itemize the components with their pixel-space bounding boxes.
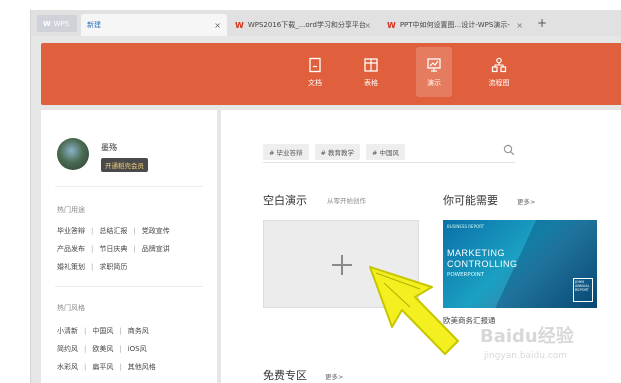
hot-use-row: 产品发布 | 节日庆典 | 品牌宣讲 (57, 245, 170, 253)
search-tag-chip[interactable]: # 中国风 (366, 144, 406, 160)
tag-link[interactable]: 毕业答辩 (57, 227, 85, 235)
template-small-text: BUSINESS REPORT (447, 224, 485, 229)
close-icon[interactable]: × (214, 21, 221, 30)
new-tab-button[interactable]: + (537, 16, 547, 30)
wps-logo-icon: W (43, 19, 51, 28)
member-badge-button[interactable]: 开通稻壳会员 (101, 158, 148, 172)
toolbar-flowchart-button[interactable]: 流程图 (481, 47, 517, 97)
tab-wps-label: WPS (53, 19, 70, 28)
doc-type-toolbar: 文档 表格 演示 流程图 (41, 43, 621, 105)
svg-text:Baidu经验: Baidu经验 (480, 325, 575, 347)
tag-link[interactable]: 党政宣传 (142, 227, 170, 235)
template-badge: JOHN ANNUAL REPORT (573, 278, 593, 302)
toolbar-presentation-label: 演示 (427, 78, 441, 87)
tag-link[interactable]: 小清新 (57, 327, 78, 335)
avatar[interactable] (57, 138, 89, 170)
tag-link[interactable]: 扁平风 (92, 363, 113, 371)
toolbar-table-label: 表格 (364, 78, 378, 87)
baidu-watermark-icon: Baidu经验 jingyan.baidu.com (480, 325, 575, 361)
tag-link[interactable]: 求职简历 (99, 263, 127, 271)
wps-logo-icon: W (235, 20, 244, 30)
username[interactable]: 墨殇 (101, 142, 117, 153)
yellow-arrow-icon (369, 266, 459, 355)
hot-use-row: 毕业答辩 | 总结汇报 | 党政宣传 (57, 227, 170, 235)
close-icon[interactable]: × (364, 21, 371, 30)
recommended-title: 你可能需要 (443, 194, 498, 207)
tab-wps-download[interactable]: W WPS2016下载_...ord学习和分享平台 × (229, 14, 377, 36)
tag-link[interactable]: 商务风 (128, 327, 149, 335)
search-input[interactable] (263, 162, 515, 163)
toolbar-table-button[interactable]: 表格 (353, 47, 389, 97)
hot-use-row: 婚礼策划 | 求职简历 (57, 263, 128, 271)
doc-icon (309, 57, 321, 72)
close-icon[interactable]: × (516, 21, 523, 30)
hot-style-row: 简约风 | 欧美风 | iOS风 (57, 345, 147, 353)
recommended-more-link[interactable]: 更多> (517, 196, 535, 206)
toolbar-flowchart-label: 流程图 (488, 78, 510, 87)
tag-link[interactable]: 中国风 (92, 327, 113, 335)
toolbar-doc-button[interactable]: 文档 (297, 47, 333, 97)
search-tag-chip[interactable]: # 毕业答辩 (263, 144, 309, 160)
tag-link[interactable]: iOS风 (128, 345, 147, 353)
tag-link[interactable]: 简约风 (57, 345, 78, 353)
hot-style-row: 小清新 | 中国风 | 商务风 (57, 327, 149, 335)
blank-presentation-subtitle: 从零开始创作 (327, 197, 366, 205)
blank-presentation-title: 空白演示 (263, 194, 307, 207)
tab-ppt-help[interactable]: W PPT中如何设置图...设计-WPS演示- × (381, 14, 529, 36)
flowchart-icon (491, 57, 507, 72)
left-sidebar: 墨殇 开通稻壳会员 热门用途 毕业答辩 | 总结汇报 | 党政宣传 产品发布 | 节日庆典 |… (41, 110, 217, 383)
hot-style-title: 热门风格 (57, 304, 85, 312)
toolbar-presentation-button[interactable]: 演示 (416, 47, 452, 97)
free-section-title: 免费专区 (263, 369, 307, 382)
tab-doc-label: WPS2016下载_...ord学习和分享平台 (247, 21, 366, 29)
tab-new-label: 新建 (87, 21, 101, 29)
hot-use-title: 热门用途 (57, 206, 85, 214)
tag-link[interactable]: 节日庆典 (99, 245, 127, 253)
tab-new[interactable]: 新建 × (81, 14, 227, 36)
tab-bar: W WPS 新建 × W WPS2016下载_...ord学习和分享平台 × W… (31, 10, 621, 36)
divider (55, 286, 203, 287)
tag-link[interactable]: 婚礼策划 (57, 263, 85, 271)
svg-text:jingyan.baidu.com: jingyan.baidu.com (483, 351, 567, 361)
tag-link[interactable]: 欧美风 (92, 345, 113, 353)
tag-link[interactable]: 总结汇报 (99, 227, 127, 235)
tag-link[interactable]: 其他风格 (128, 363, 156, 371)
free-more-link[interactable]: 更多> (325, 371, 343, 381)
tag-link[interactable]: 品牌宣讲 (142, 245, 170, 253)
tag-link[interactable]: 水彩风 (57, 363, 78, 371)
search-icon[interactable] (503, 144, 515, 156)
wps-logo-icon: W (387, 20, 396, 30)
search-tag-chip[interactable]: # 教育教学 (314, 144, 361, 160)
table-icon (364, 57, 378, 72)
toolbar-doc-label: 文档 (308, 78, 322, 87)
tag-link[interactable]: 产品发布 (57, 245, 85, 253)
search-tag-list: # 毕业答辩 # 教育教学 # 中国风 (263, 144, 406, 160)
tab-ppt-label: PPT中如何设置图...设计-WPS演示- (399, 21, 510, 29)
tab-wps-home[interactable]: W WPS (37, 15, 77, 32)
divider (55, 186, 203, 187)
presentation-icon (427, 57, 441, 72)
hot-style-row: 水彩风 | 扁平风 | 其他风格 (57, 363, 156, 371)
